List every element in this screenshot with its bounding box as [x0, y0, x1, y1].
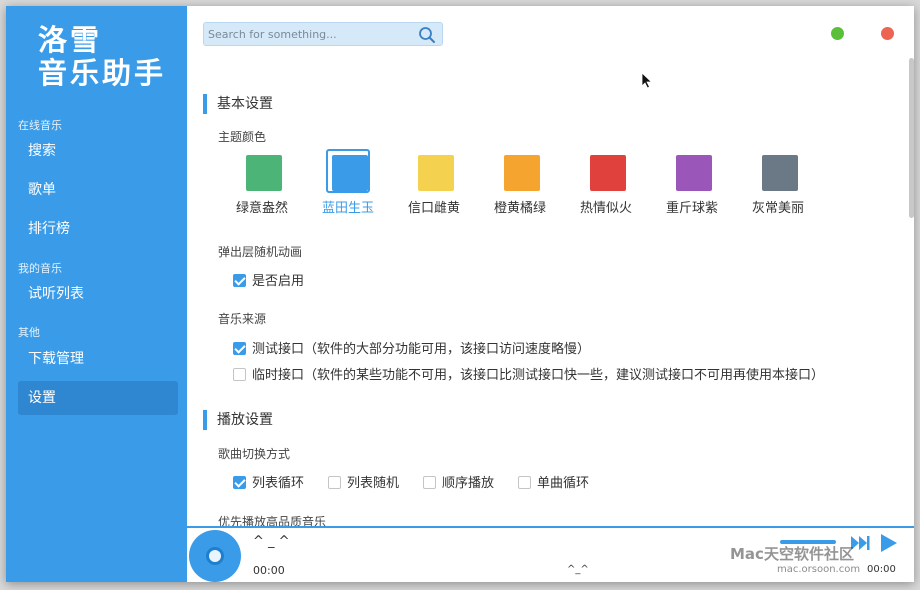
close-button[interactable] [881, 27, 894, 40]
section-title-basic: 基本设置 [203, 94, 273, 114]
sidebar-item-downloads[interactable]: 下载管理 [18, 342, 178, 376]
theme-swatch-blue[interactable]: 蓝田生玉 [310, 149, 386, 216]
minimize-button[interactable] [831, 27, 844, 40]
sidebar-item-leaderboard[interactable]: 排行榜 [18, 212, 178, 246]
checkbox-label: 列表循环 [252, 476, 305, 491]
sidebar: 洛雪 音乐助手 在线音乐 搜索 歌单 排行榜 我的音乐 试听列表 其他 下载管理… [6, 6, 187, 582]
main-panel: 基本设置 主题颜色 绿意盎然 蓝田生玉 信口雌黄 橙黄橘绿 热情似火 [187, 6, 914, 582]
logo-line-1: 洛雪 [38, 23, 103, 57]
app-logo: 洛雪 音乐助手 [38, 24, 166, 90]
current-time: 00:00 [253, 564, 285, 577]
checkbox-label: 单曲循环 [537, 476, 590, 491]
app-window: 洛雪 音乐助手 在线音乐 搜索 歌单 排行榜 我的音乐 试听列表 其他 下载管理… [6, 6, 914, 582]
sidebar-item-play-list[interactable]: 试听列表 [18, 277, 178, 311]
music-source-label: 音乐来源 [218, 312, 267, 326]
logo-line-2: 音乐助手 [38, 56, 167, 90]
theme-swatch-red[interactable]: 热情似火 [568, 149, 644, 216]
mode-list-loop-checkbox[interactable]: 列表循环 [233, 472, 304, 491]
switch-mode-label: 歌曲切换方式 [218, 447, 291, 461]
theme-name: 重斤球紫 [665, 201, 718, 216]
sidebar-group-my-music: 我的音乐 [18, 262, 62, 275]
sidebar-item-settings[interactable]: 设置 [18, 381, 178, 415]
mode-single-loop-checkbox[interactable]: 单曲循环 [518, 472, 589, 491]
checkbox-label: 测试接口（软件的大部分功能可用，该接口访问速度略慢） [252, 342, 591, 357]
theme-name: 热情似火 [579, 201, 632, 216]
checkbox-unchecked-icon[interactable] [518, 476, 531, 489]
vertical-scrollbar[interactable] [909, 58, 914, 218]
mode-sequential-checkbox[interactable]: 顺序播放 [423, 472, 494, 491]
theme-name: 绿意盎然 [235, 201, 288, 216]
theme-swatch-orange[interactable]: 橙黄橘绿 [482, 149, 558, 216]
theme-swatch-yellow[interactable]: 信口雌黄 [396, 149, 472, 216]
search-input[interactable] [208, 25, 416, 43]
checkbox-unchecked-icon[interactable] [233, 368, 246, 381]
sidebar-group-other: 其他 [18, 326, 40, 339]
lyric-text: ^_^ [567, 564, 589, 575]
track-title: ^ _ ^ [253, 534, 290, 549]
theme-name: 信口雌黄 [407, 201, 460, 216]
section-title-playback: 播放设置 [203, 410, 273, 430]
theme-name: 橙黄橘绿 [493, 201, 546, 216]
album-disc-icon[interactable] [189, 530, 241, 582]
sidebar-item-playlists[interactable]: 歌单 [18, 173, 178, 207]
theme-swatch-gray[interactable]: 灰常美丽 [740, 149, 816, 216]
play-icon[interactable] [877, 532, 899, 554]
sidebar-group-online-music: 在线音乐 [18, 119, 62, 132]
theme-name: 灰常美丽 [751, 201, 804, 216]
checkbox-label: 临时接口（软件的某些功能不可用，该接口比测试接口快一些，建议测试接口不可用再使用… [252, 368, 825, 383]
search-box[interactable] [203, 22, 443, 46]
mode-list-random-checkbox[interactable]: 列表随机 [328, 472, 399, 491]
source-temp-api-checkbox[interactable]: 临时接口（软件的某些功能不可用，该接口比测试接口快一些，建议测试接口不可用再使用… [233, 364, 824, 383]
watermark-url: mac.orsoon.com [777, 564, 861, 575]
search-icon[interactable] [418, 26, 436, 44]
settings-content: 基本设置 主题颜色 绿意盎然 蓝田生玉 信口雌黄 橙黄橘绿 热情似火 重斤球紫 … [187, 84, 909, 528]
checkbox-checked-icon[interactable] [233, 274, 246, 287]
popup-animation-checkbox[interactable]: 是否启用 [233, 270, 304, 289]
watermark-text: Mac天空软件社区 [730, 545, 854, 563]
checkbox-checked-icon[interactable] [233, 342, 246, 355]
source-test-api-checkbox[interactable]: 测试接口（软件的大部分功能可用，该接口访问速度略慢） [233, 338, 590, 357]
theme-color-label: 主题颜色 [218, 130, 267, 144]
total-time: 00:00 [867, 564, 896, 575]
checkbox-checked-icon[interactable] [233, 476, 246, 489]
checkbox-unchecked-icon[interactable] [328, 476, 341, 489]
sidebar-item-search[interactable]: 搜索 [18, 134, 178, 168]
checkbox-label: 列表随机 [347, 476, 400, 491]
theme-swatch-green[interactable]: 绿意盎然 [224, 149, 300, 216]
popup-animation-label: 弹出层随机动画 [218, 245, 303, 259]
theme-swatch-purple[interactable]: 重斤球紫 [654, 149, 730, 216]
checkbox-unchecked-icon[interactable] [423, 476, 436, 489]
checkbox-label: 是否启用 [252, 274, 305, 289]
checkbox-label: 顺序播放 [442, 476, 495, 491]
theme-name: 蓝田生玉 [321, 201, 374, 216]
